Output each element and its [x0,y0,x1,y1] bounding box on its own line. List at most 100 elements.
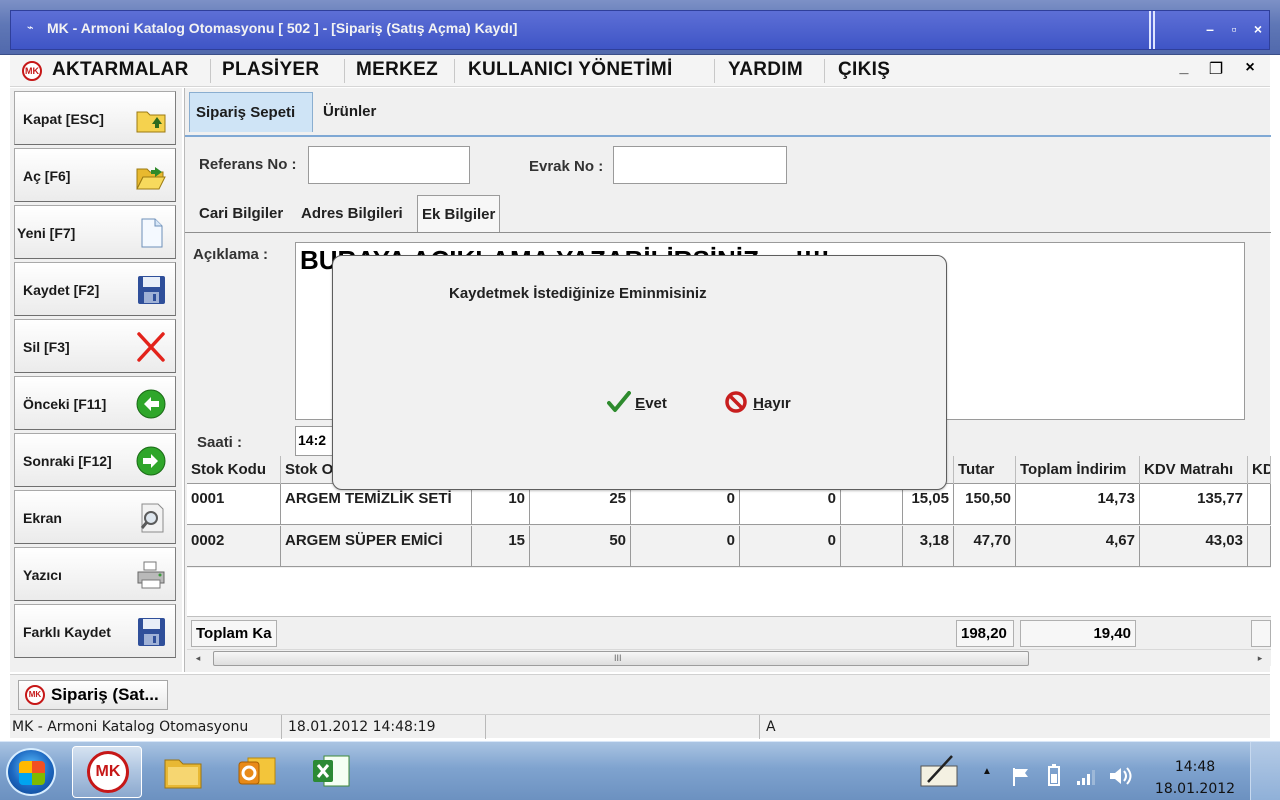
mdi-close-button[interactable]: × [1240,59,1260,77]
referans-label: Referans No : [199,156,297,173]
menu-separator [824,59,825,83]
subtab-underline [185,232,1271,233]
taskbar-clock[interactable]: 14:48 18.01.2012 [1150,756,1240,800]
menu-plasiyer[interactable]: PLASİYER [222,59,319,81]
subtab-ek-bilgiler[interactable]: Ek Bilgiler [417,195,501,233]
referans-input[interactable] [308,146,470,184]
farkli-kaydet-label: Farklı Kaydet [23,624,111,640]
saati-label: Saati : [197,434,243,451]
windows-logo-icon [19,761,45,785]
preview-magnifier-icon [140,503,164,533]
cell-toplam-indirim: 4,67 [1016,526,1140,567]
sonraki-label: Sonraki [F12] [23,453,112,469]
yazici-button[interactable]: Yazıcı [14,547,176,601]
network-signal-icon[interactable] [1076,768,1098,786]
farkli-kaydet-button[interactable]: Farklı Kaydet [14,604,176,658]
sil-button[interactable]: Sil [F3] [14,319,176,373]
file-explorer-icon [164,759,202,789]
evet-button[interactable]: Evet [607,391,667,417]
col-stok-kodu[interactable]: Stok Kodu [187,456,281,484]
evrak-input[interactable] [613,146,787,184]
cell-kdv [1248,484,1271,525]
tab-siparis-sepeti[interactable]: Sipariş Sepeti [189,92,313,132]
volume-icon[interactable] [1108,764,1134,788]
maximize-button[interactable]: ▫ [1223,19,1245,39]
menu-bar: MK AKTARMALAR PLASİYER MERKEZ KULLANICI … [10,55,1270,87]
menu-cikis[interactable]: ÇIKIŞ [838,59,890,81]
mdi-restore-button[interactable]: ❐ [1206,59,1226,79]
close-button[interactable]: × [1247,19,1269,39]
menu-yardim[interactable]: YARDIM [728,59,803,81]
start-button[interactable] [6,748,56,796]
footer-tutar-total: 198,20 [956,620,1014,647]
cell-7 [841,484,903,525]
kapat-button[interactable]: Kapat [ESC] [14,91,176,145]
subtab-cari-bilgiler[interactable]: Cari Bilgiler [195,195,287,233]
tab-urunler[interactable]: Ürünler [317,92,382,132]
col-kdv-matrahi[interactable]: KDV Matrahı [1140,456,1248,484]
mdi-minimize-button[interactable]: _ [1174,59,1194,77]
scroll-left-icon[interactable]: ◂ [191,651,205,666]
hayir-mnemonic: H [753,395,765,412]
taskbar-explorer[interactable] [148,746,218,798]
yeni-label: Yeni [F7] [17,225,76,241]
taskbar-mk-app[interactable]: MK [72,746,142,798]
saati-input[interactable]: 14:2 [295,426,335,456]
tray-expand-icon[interactable]: ▲ [982,766,992,777]
col-kdv[interactable]: KD [1248,456,1271,484]
grid-empty-area [187,568,1271,616]
status-empty [490,715,760,739]
cell-tutar: 47,70 [954,526,1016,567]
taskbar-excel[interactable] [296,746,366,798]
onceki-button[interactable]: Önceki [F11] [14,376,176,430]
ekran-button[interactable]: Ekran [14,490,176,544]
confirm-dialog: Kaydetmek İstediğinize Eminmisiniz Evet … [332,255,947,490]
ac-button[interactable]: Aç [F6] [14,148,176,202]
cell-stok-adi: ARGEM TEMİZLİK SETİ [281,484,472,525]
ekran-label: Ekran [23,510,62,526]
scroll-thumb[interactable]: III [213,651,1029,666]
menu-separator [714,59,715,83]
dialog-message: Kaydetmek İstediğinize Eminmisiniz [449,285,707,302]
printer-icon [137,561,165,589]
menu-kullanici-yonetimi[interactable]: KULLANICI YÖNETİMİ [468,59,673,81]
window-tab-siparis[interactable]: MK Sipariş (Sat... [18,680,168,710]
evrak-label: Evrak No : [529,158,604,175]
battery-icon[interactable] [1046,764,1062,788]
folder-up-icon [136,111,166,133]
clock-date: 18.01.2012 [1154,781,1236,797]
status-bar: MK - Armoni Katalog Otomasyonu 18.01.201… [10,714,1270,739]
status-mode: A [766,719,776,735]
arrow-right-icon [136,446,166,476]
sonraki-button[interactable]: Sonraki [F12] [14,433,176,487]
status-datetime: 18.01.2012 14:48:19 [286,715,486,739]
table-row[interactable]: 0002 ARGEM SÜPER EMİCİ 15 50 0 0 3,18 47… [187,526,1271,567]
show-desktop-button[interactable] [1250,742,1280,800]
scroll-right-icon[interactable]: ▸ [1253,651,1267,666]
system-menu-icon[interactable]: ⌁ [27,21,43,35]
col-tutar[interactable]: Tutar [954,456,1016,484]
cell-stok-kodu: 0002 [187,526,281,567]
table-row[interactable]: 0001 ARGEM TEMİZLİK SETİ 10 25 0 0 15,05… [187,484,1271,525]
menu-merkez[interactable]: MERKEZ [356,59,438,81]
col-toplam-indirim[interactable]: Toplam İndirim [1016,456,1140,484]
taskbar-outlook[interactable] [222,746,292,798]
pen-input-icon[interactable] [918,752,964,790]
minimize-button[interactable]: – [1199,19,1221,39]
grid-footer: Toplam Ka 198,20 19,40 [187,616,1271,648]
cell-5: 0 [631,484,740,525]
cell-tutar: 150,50 [954,484,1016,525]
cell-5: 0 [631,526,740,567]
subtab-adres-bilgileri[interactable]: Adres Bilgileri [297,195,407,233]
horizontal-scrollbar[interactable]: ◂ III ▸ [187,649,1271,666]
menu-aktarmalar[interactable]: AKTARMALAR [52,59,189,81]
floppy-disk-icon [138,618,165,646]
menu-separator [210,59,211,83]
cell-stok-kodu: 0001 [187,484,281,525]
action-center-flag-icon[interactable] [1010,766,1032,788]
kaydet-button[interactable]: Kaydet [F2] [14,262,176,316]
cell-4: 25 [530,484,631,525]
yeni-button[interactable]: Yeni [F7] [14,205,176,259]
hayir-button[interactable]: Hayır [725,391,791,417]
status-app-name: MK - Armoni Katalog Otomasyonu [10,715,282,739]
